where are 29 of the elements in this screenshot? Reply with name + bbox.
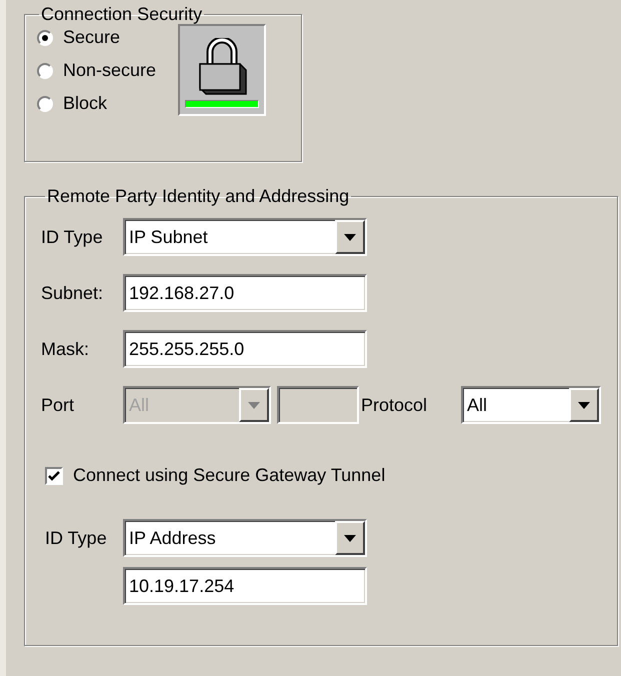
dropdown-field[interactable]: All [461, 386, 601, 424]
dropdown-field[interactable]: IP Address [123, 519, 367, 557]
input-field[interactable]: 192.168.27.0 [123, 274, 367, 312]
dropdown-field[interactable]: IP Subnet [123, 218, 367, 256]
caret-icon [248, 402, 260, 408]
radio-button[interactable] [37, 96, 53, 112]
field-label: Port [41, 394, 76, 416]
group-title: Remote Party Identity and Addressing [46, 186, 350, 206]
radio-button[interactable] [37, 30, 53, 46]
field-label: Protocol [361, 394, 428, 416]
input-field[interactable]: 10.19.17.254 [123, 567, 367, 605]
caret-icon [344, 234, 356, 240]
group-title: Connection Security [40, 4, 204, 24]
field-label: Subnet: [41, 282, 104, 304]
dropdown-arrow-button[interactable] [569, 388, 599, 422]
dropdown-arrow-button[interactable] [335, 220, 365, 254]
field-label: ID Type [44, 526, 108, 550]
radio-option[interactable]: Block [37, 92, 156, 115]
field-label: ID Type [41, 226, 104, 249]
field-label: Mask: [41, 338, 90, 360]
dropdown-arrow-button[interactable] [335, 521, 365, 555]
radio-option[interactable]: Secure [37, 26, 156, 49]
caret-icon [344, 534, 356, 542]
input-field[interactable]: 255.255.255.0 [123, 330, 367, 368]
tunnel-checkbox-option[interactable]: Connect using Secure Gateway Tunnel [45, 462, 601, 489]
caret-icon [578, 402, 590, 408]
checkbox[interactable] [45, 466, 63, 484]
radio-option[interactable]: Non-secure [37, 59, 156, 82]
radio-button[interactable] [37, 62, 53, 78]
